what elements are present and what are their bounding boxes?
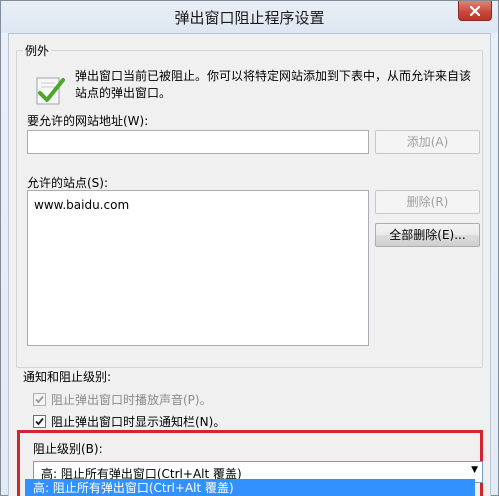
exceptions-group-label: 例外 <box>23 42 52 59</box>
remove-all-button[interactable]: 全部删除(E)... <box>375 223 480 247</box>
blocking-level-label: 阻止级别(B): <box>33 442 103 456</box>
checkmark-icon <box>35 395 44 404</box>
play-sound-checkbox[interactable] <box>33 393 46 406</box>
play-sound-option[interactable]: 阻止弹出窗口时播放声音(P)。 <box>33 391 212 408</box>
remove-button[interactable]: 删除(R) <box>375 190 480 214</box>
play-sound-label: 阻止弹出窗口时播放声音(P)。 <box>51 393 212 407</box>
list-item[interactable]: www.baidu.com <box>34 198 129 212</box>
dropdown-option-high[interactable]: 高: 阻止所有弹出窗口(Ctrl+Alt 覆盖) <box>25 479 475 496</box>
dialog-body: 例外 弹出窗口当前已被阻止。你可以将特定网站添加到下表中，从而允许来自该站点的弹… <box>8 33 491 496</box>
allowed-sites-label: 允许的站点(S): <box>27 176 109 190</box>
window-title: 弹出窗口阻止程序设置 <box>174 9 325 27</box>
title-bar[interactable]: 弹出窗口阻止程序设置 <box>1 1 498 33</box>
show-notification-bar-option[interactable]: 阻止弹出窗口时显示通知栏(N)。 <box>33 413 225 430</box>
popup-blocker-settings-window: 弹出窗口阻止程序设置 例外 弹出窗口当前已被阻止。你可以将特定网站添加到下表中，… <box>0 0 499 496</box>
show-notification-bar-label: 阻止弹出窗口时显示通知栏(N)。 <box>51 415 226 429</box>
checkmark-document-icon <box>36 77 65 105</box>
allowed-sites-list[interactable]: www.baidu.com <box>27 190 369 346</box>
address-label: 要允许的网站地址(W): <box>27 114 149 128</box>
show-notification-bar-checkbox[interactable] <box>33 415 46 428</box>
website-address-input[interactable] <box>27 130 369 154</box>
close-button[interactable] <box>458 1 492 21</box>
notifications-group-label: 通知和阻止级别: <box>23 370 112 384</box>
info-text: 弹出窗口当前已被阻止。你可以将特定网站添加到下表中，从而允许来自该站点的弹出窗口… <box>75 69 472 100</box>
checkmark-icon <box>35 417 44 426</box>
close-icon <box>469 5 481 16</box>
dropdown-arrow-icon[interactable]: ▼ <box>471 465 478 475</box>
add-button[interactable]: 添加(A) <box>375 130 480 154</box>
